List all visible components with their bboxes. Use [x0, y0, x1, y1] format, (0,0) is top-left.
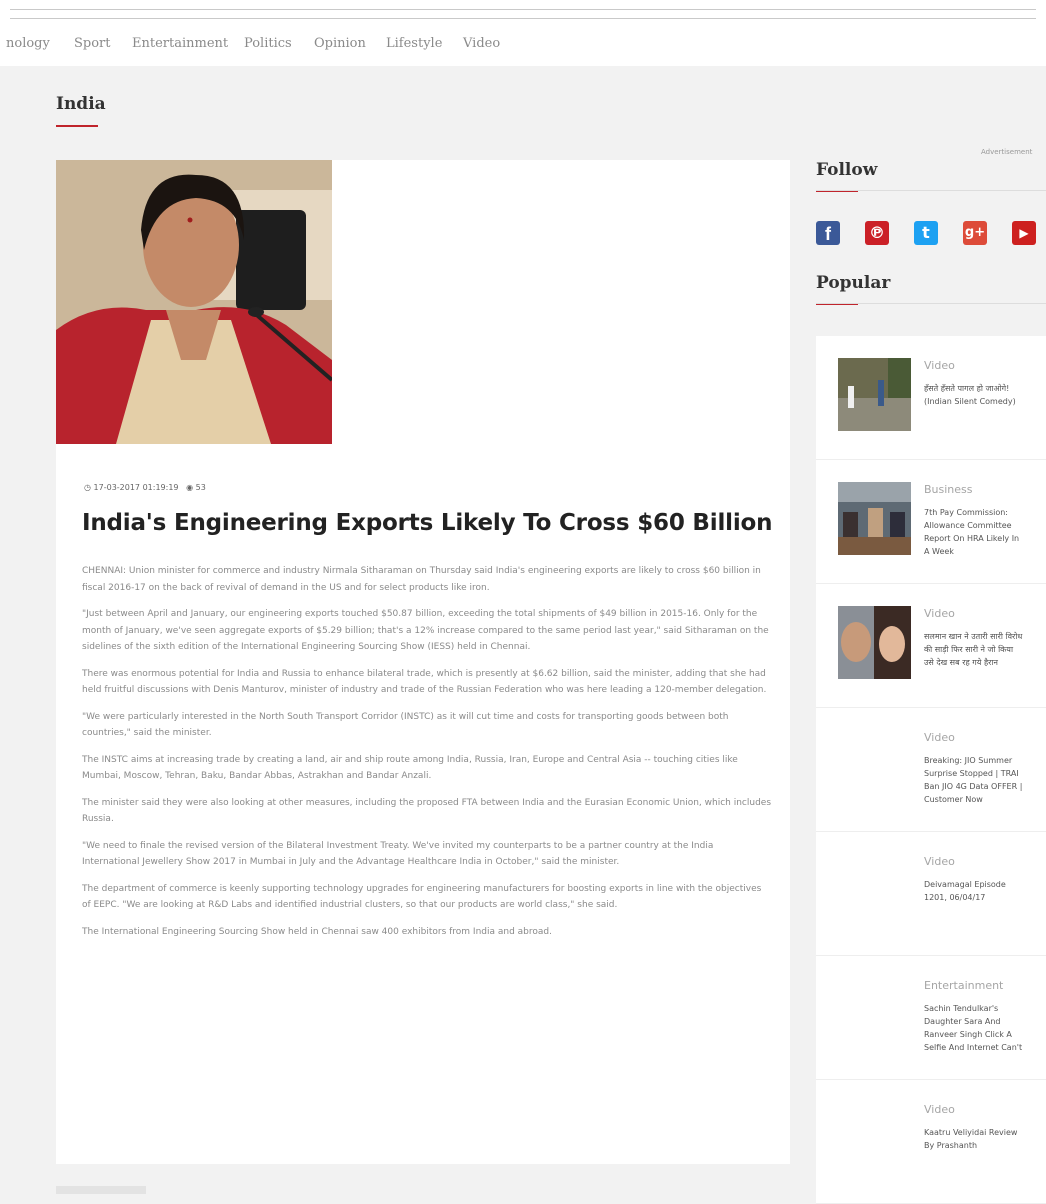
popular-item[interactable]: Video सलमान खान ने उतारी सारी विरोध की स…	[816, 584, 1046, 708]
google-plus-icon[interactable]: g+	[963, 221, 987, 245]
popular-title-link[interactable]: सलमान खान ने उतारी सारी विरोध की साड़ी फ…	[924, 630, 1024, 684]
nav-item-technology[interactable]: nology	[6, 36, 50, 51]
article-card: ◷ 17-03-2017 01:19:19 ◉ 53 India's Engin…	[56, 160, 790, 1164]
popular-rule	[816, 303, 1046, 304]
article-headline: India's Engineering Exports Likely To Cr…	[82, 510, 773, 536]
article-paragraph: The department of commerce is keenly sup…	[82, 883, 762, 911]
nav-item-politics[interactable]: Politics	[244, 36, 292, 51]
nav-item-sport[interactable]: Sport	[74, 36, 111, 51]
article-meta: ◷ 17-03-2017 01:19:19 ◉ 53	[84, 483, 206, 492]
next-section-title	[56, 1186, 146, 1194]
article-paragraph: "We were particularly interested in the …	[82, 711, 729, 739]
popular-item[interactable]: Video Deivamagal Episode 1201, 06/04/17	[816, 832, 1046, 956]
popular-category: Video	[924, 855, 955, 868]
popular-title-link[interactable]: Sachin Tendulkar's Daughter Sara And Ran…	[924, 1002, 1024, 1056]
article-photo-image	[56, 160, 332, 444]
article-paragraph: CHENNAI: Union minister for commerce and…	[82, 566, 761, 593]
popular-item[interactable]: Entertainment Sachin Tendulkar's Daughte…	[816, 956, 1046, 1080]
popular-category: Video	[924, 1103, 955, 1116]
popular-title: Popular	[816, 273, 891, 293]
section-title: India	[56, 94, 106, 114]
follow-title: Follow	[816, 160, 878, 180]
popular-item[interactable]: Video Breaking: JIO Summer Surprise Stop…	[816, 708, 1046, 832]
article-paragraph: "Just between April and January, our eng…	[82, 609, 769, 652]
pinterest-icon[interactable]: ℗	[865, 221, 889, 245]
nav-item-opinion[interactable]: Opinion	[314, 36, 366, 51]
article-body: CHENNAI: Union minister for commerce and…	[82, 563, 772, 950]
article-paragraph: The INSTC aims at increasing trade by cr…	[82, 754, 738, 782]
follow-rule	[816, 190, 1046, 191]
popular-title-link[interactable]: Breaking: JIO Summer Surprise Stopped | …	[924, 754, 1024, 808]
article-paragraph: There was enormous potential for India a…	[82, 668, 767, 696]
popular-item[interactable]: Business 7th Pay Commission: Allowance C…	[816, 460, 1046, 584]
article-views: 53	[195, 483, 206, 492]
popular-thumbnail	[838, 482, 911, 555]
article-photo	[56, 160, 332, 444]
article-paragraph: The International Engineering Sourcing S…	[82, 926, 552, 937]
popular-title-link[interactable]: हँसते हँसते पागल हो जाओगे! (Indian Silen…	[924, 382, 1024, 436]
twitter-icon[interactable]: t	[914, 221, 938, 245]
popular-thumbnail	[838, 358, 911, 431]
popular-thumbnail	[838, 606, 911, 679]
popular-thumbnail-image	[838, 358, 911, 431]
popular-category: Entertainment	[924, 979, 1004, 992]
article-paragraph: The minister said they were also looking…	[82, 797, 772, 825]
popular-title-link[interactable]: Kaatru Veliyidai Review By Prashanth	[924, 1126, 1024, 1180]
nav-item-video[interactable]: Video	[463, 36, 500, 51]
popular-thumbnail-image	[838, 606, 911, 679]
article-date: 17-03-2017 01:19:19	[93, 483, 179, 492]
popular-item[interactable]: Video Kaatru Veliyidai Review By Prashan…	[816, 1080, 1046, 1204]
youtube-icon[interactable]: ▶	[1012, 221, 1036, 245]
clock-icon: ◷	[84, 483, 91, 492]
article-paragraph: "We need to finale the revised version o…	[82, 840, 714, 868]
sidebar: Advertisement Follow f ℗ t g+ ▶ Popular …	[816, 0, 1046, 1204]
advertisement-label: Advertisement	[981, 148, 1033, 156]
popular-title-link[interactable]: Deivamagal Episode 1201, 06/04/17	[924, 878, 1024, 932]
popular-list: Video हँसते हँसते पागल हो जाओगे! (Indian…	[816, 336, 1046, 1204]
popular-category: Video	[924, 607, 955, 620]
popular-category: Video	[924, 359, 955, 372]
nav-item-lifestyle[interactable]: Lifestyle	[386, 36, 442, 51]
eye-icon: ◉	[186, 483, 194, 492]
nav-item-entertainment[interactable]: Entertainment	[132, 36, 228, 51]
facebook-icon[interactable]: f	[816, 221, 840, 245]
popular-thumbnail-image	[838, 482, 911, 555]
popular-category: Video	[924, 731, 955, 744]
popular-item[interactable]: Video हँसते हँसते पागल हो जाओगे! (Indian…	[816, 336, 1046, 460]
popular-title-link[interactable]: 7th Pay Commission: Allowance Committee …	[924, 506, 1024, 560]
popular-category: Business	[924, 483, 973, 496]
section-title-underline	[56, 125, 98, 127]
